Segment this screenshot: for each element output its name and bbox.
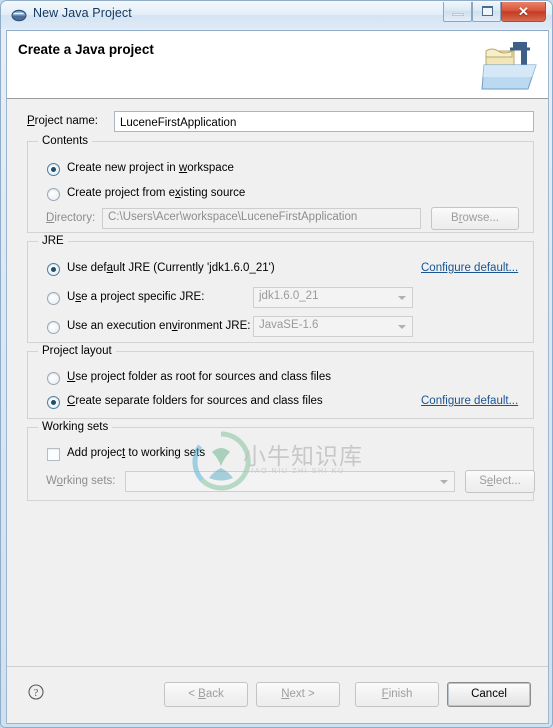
radio-label: Create new project in workspace <box>67 162 234 174</box>
working-sets-legend: Working sets <box>38 421 113 433</box>
execution-environment-combo[interactable]: JavaSE-1.6 <box>253 316 413 337</box>
browse-button[interactable]: Browse... <box>431 207 519 230</box>
close-button[interactable]: ✕ <box>501 2 546 22</box>
directory-input[interactable]: C:\Users\Acer\workspace\LuceneFirstAppli… <box>102 208 421 229</box>
radio-label: Use default JRE (Currently 'jdk1.6.0_21'… <box>67 262 275 274</box>
checkbox-label: Add project to working sets <box>67 447 206 459</box>
contents-legend: Contents <box>38 135 93 147</box>
layout-configure-default-link[interactable]: Configure default... <box>421 395 518 407</box>
maximize-button[interactable] <box>472 2 501 22</box>
radio-indicator <box>47 163 60 176</box>
select-button[interactable]: Select... <box>465 470 535 493</box>
java-project-folder-icon <box>480 35 540 93</box>
radio-label: Use project folder as root for sources a… <box>67 371 331 383</box>
next-button[interactable]: Next > <box>256 682 340 707</box>
chevron-down-icon <box>398 325 406 329</box>
project-layout-legend: Project layout <box>38 345 116 357</box>
dialog-window: New Java Project ✕ Create a Java project <box>0 0 553 728</box>
checkbox-indicator <box>47 448 60 461</box>
radio-indicator <box>47 396 60 409</box>
contents-group: Contents Create new project in workspace… <box>27 135 534 233</box>
radio-label: Use a project specific JRE: <box>67 291 205 303</box>
wizard-header: Create a Java project <box>7 31 548 99</box>
dialog-client: Create a Java project Project name: Luce… <box>6 30 549 724</box>
jre-group: JRE Use default JRE (Currently 'jdk1.6.0… <box>27 235 534 343</box>
svg-text:?: ? <box>34 688 39 699</box>
chevron-down-icon <box>440 480 448 484</box>
radio-indicator <box>47 292 60 305</box>
cancel-button[interactable]: Cancel <box>447 682 531 707</box>
project-name-input[interactable] <box>114 111 534 132</box>
combo-value: jdk1.6.0_21 <box>259 290 319 302</box>
radio-indicator <box>47 263 60 276</box>
minimize-button[interactable] <box>443 2 472 22</box>
title-bar[interactable]: New Java Project ✕ <box>1 1 552 29</box>
jre-legend: JRE <box>38 235 68 247</box>
chevron-down-icon <box>398 296 406 300</box>
project-specific-jre-combo[interactable]: jdk1.6.0_21 <box>253 287 413 308</box>
project-name-mnemonic: P <box>27 115 35 127</box>
finish-button[interactable]: Finish <box>355 682 439 707</box>
radio-indicator <box>47 188 60 201</box>
window-title: New Java Project <box>33 6 132 20</box>
working-sets-combo[interactable] <box>125 471 455 492</box>
page-title: Create a Java project <box>18 42 154 57</box>
dialog-footer: ? < Back Next > Finish Cancel <box>7 666 548 723</box>
back-button[interactable]: < Back <box>164 682 248 707</box>
help-question-icon[interactable]: ? <box>28 684 44 700</box>
project-name-label: Project name: <box>27 115 98 127</box>
project-layout-group: Project layout Use project folder as roo… <box>27 345 534 419</box>
radio-label: Create project from existing source <box>67 187 246 199</box>
dialog-body: Project name: Contents Create new projec… <box>7 100 548 668</box>
combo-value: JavaSE-1.6 <box>259 319 319 331</box>
working-sets-label: Working sets: <box>46 475 116 487</box>
eclipse-sphere-icon <box>11 7 27 23</box>
close-icon: ✕ <box>518 4 529 19</box>
radio-label: Create separate folders for sources and … <box>67 395 323 407</box>
radio-indicator <box>47 372 60 385</box>
minimize-icon <box>452 13 464 16</box>
working-sets-group: Working sets Add project to working sets… <box>27 421 535 501</box>
directory-label: Directory: <box>46 212 96 224</box>
jre-configure-default-link[interactable]: Configure default... <box>421 262 518 274</box>
project-name-row: Project name: <box>19 111 534 133</box>
radio-indicator <box>47 321 60 334</box>
radio-label: Use an execution environment JRE: <box>67 320 251 332</box>
restore-icon <box>482 6 493 16</box>
